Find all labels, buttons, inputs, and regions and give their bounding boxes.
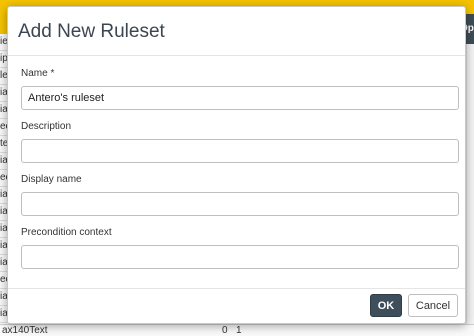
precondition-context-label: Precondition context	[21, 227, 112, 238]
add-ruleset-dialog: Add New Ruleset Name * Description Displ…	[7, 6, 466, 324]
dialog-header: Add New Ruleset	[8, 7, 465, 56]
display-name-input[interactable]	[21, 192, 459, 216]
dialog-footer: OK Cancel	[8, 288, 465, 323]
description-input[interactable]	[21, 139, 459, 163]
name-field-group: Name *	[21, 68, 459, 110]
description-label: Description	[21, 121, 72, 132]
app-bottom-row: ax140Text 0 1	[0, 324, 474, 336]
description-field-group: Description	[21, 121, 459, 163]
display-name-label: Display name	[21, 174, 82, 185]
app-right-panel	[466, 44, 474, 336]
dialog-title: Add New Ruleset	[18, 21, 165, 42]
cancel-button[interactable]: Cancel	[408, 294, 458, 317]
bottom-row-col3: 1	[236, 325, 242, 336]
dialog-body: Name * Description Display name Precondi…	[8, 56, 465, 269]
ok-button[interactable]: OK	[370, 294, 402, 317]
bottom-row-col2: 0	[222, 325, 228, 336]
name-label: Name *	[21, 68, 55, 79]
display-name-field-group: Display name	[21, 174, 459, 216]
precondition-context-field-group: Precondition context	[21, 227, 459, 269]
bottom-row-text: ax140Text	[2, 325, 48, 336]
precondition-context-input[interactable]	[21, 245, 459, 269]
name-input[interactable]	[21, 86, 459, 110]
